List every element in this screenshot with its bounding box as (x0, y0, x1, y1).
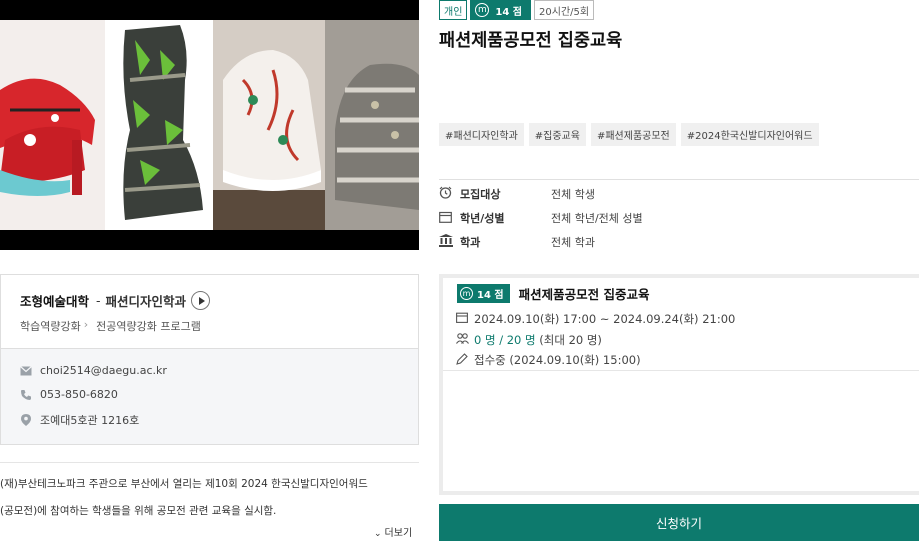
pen-icon (456, 352, 470, 368)
location-text: 조예대5호관 1216호 (40, 414, 140, 427)
play-circle-icon[interactable] (191, 291, 211, 310)
points-value: 14 점 (495, 6, 523, 18)
phone-icon (20, 389, 32, 401)
people-icon (456, 333, 470, 347)
session-points-value: 14 점 (477, 290, 504, 301)
department-line: 조형예술대학 - 패션디자인학과 (20, 291, 211, 310)
session-title: 패션제품공모전 집중교육 (518, 287, 650, 302)
more-label: 더보기 (384, 528, 413, 539)
decorative-boot-image (105, 20, 213, 230)
contact-phone: 053-850-6820 (20, 388, 118, 401)
info-target: 모집대상 전체 학생 (439, 186, 595, 202)
program-description: (재)부산테크노파크 주관으로 부산에서 열리는 제10회 2024 한국신발디… (0, 462, 419, 517)
session-capacity: 0 명 / 20 명 (최대 20 명) (456, 332, 602, 348)
session-capacity-max: (최대 20 명) (539, 333, 602, 347)
tag-item[interactable]: #패션제품공모전 (590, 123, 676, 146)
more-button[interactable]: ⌄ 더보기 (374, 524, 412, 539)
sequin-sneaker-image (325, 20, 419, 230)
map-pin-icon (20, 414, 32, 426)
contact-location: 조예대5호관 1216호 (20, 412, 139, 428)
session-points-badge: m 14 점 (457, 284, 510, 303)
grade-value: 전체 학년/전체 성별 (551, 212, 643, 225)
type-badge: 개인 (439, 0, 468, 20)
email-text: choi2514@daegu.ac.kr (40, 364, 167, 377)
session-card[interactable]: m 14 점 패션제품공모전 집중교육 2024.09.10(화) 17:00 … (439, 274, 919, 495)
session-divider (443, 370, 919, 371)
painted-sneaker-image (213, 20, 325, 230)
shoe-collage (0, 20, 419, 230)
chevron-right-icon: › (83, 318, 89, 331)
department-value: 전체 학과 (551, 236, 595, 249)
info-department: 학과 전체 학과 (439, 234, 595, 250)
department-label: 학과 (460, 236, 481, 249)
phone-text: 053-850-6820 (40, 388, 118, 401)
info-grade: 학년/성별 전체 학년/전체 성별 (439, 210, 643, 226)
calendar-icon (439, 211, 454, 226)
mileage-icon: m (475, 3, 490, 17)
envelope-icon (20, 365, 32, 377)
apply-button[interactable]: 신청하기 (439, 504, 919, 541)
session-status-text: 접수중 (2024.09.10(화) 15:00) (474, 353, 641, 367)
hero-image (0, 0, 419, 250)
session-capacity-current: 0 명 / 20 명 (474, 333, 536, 347)
college-name: 조형예술대학 (20, 294, 90, 309)
contact-email: choi2514@daegu.ac.kr (20, 364, 167, 377)
alarm-clock-icon (439, 186, 454, 202)
grade-label: 학년/성별 (460, 212, 505, 225)
department-name: 패션디자인학과 (105, 294, 187, 309)
program-badges: 개인 m 14 점 20시간/5회 (439, 0, 595, 20)
section-divider (439, 179, 919, 180)
session-status: 접수중 (2024.09.10(화) 15:00) (456, 352, 641, 368)
session-header: m 14 점 패션제품공모전 집중교육 (457, 284, 649, 303)
tag-item[interactable]: #패션디자인학과 (439, 123, 524, 146)
tag-item[interactable]: #집중교육 (528, 123, 586, 146)
breadcrumb-item-capacity[interactable]: 학습역량강화 (20, 318, 81, 334)
session-period: 2024.09.10(화) 17:00 ~ 2024.09.24(화) 21:0… (456, 311, 735, 327)
description-line-2: (공모전)에 참여하는 학생들을 위해 공모전 관련 교육을 실시함. (0, 505, 277, 517)
mileage-icon: m (460, 287, 473, 300)
description-line-1: (재)부산테크노파크 주관으로 부산에서 열리는 제10회 2024 한국신발디… (0, 478, 368, 490)
session-period-text: 2024.09.10(화) 17:00 ~ 2024.09.24(화) 21:0… (474, 312, 736, 326)
hours-badge: 20시간/5회 (534, 0, 595, 20)
page-title: 패션제품공모전 집중교육 (439, 31, 623, 51)
tag-item[interactable]: #2024한국신발디자인어워드 (680, 123, 819, 146)
tag-list: #패션디자인학과 #집중교육 #패션제품공모전 #2024한국신발디자인어워드 (439, 123, 819, 146)
chevron-down-icon: ⌄ (374, 529, 382, 539)
points-badge: m 14 점 (470, 0, 532, 20)
contact-box: choi2514@daegu.ac.kr 053-850-6820 조예대5호관… (0, 348, 419, 445)
building-icon (439, 234, 454, 250)
calendar-icon (456, 312, 470, 326)
breadcrumb: 학습역량강화 › 전공역량강화 프로그램 (20, 318, 201, 334)
department-card: 조형예술대학 - 패션디자인학과 학습역량강화 › 전공역량강화 프로그램 (0, 274, 419, 348)
college-separator: - (96, 293, 101, 308)
red-heel-shoe-image (0, 20, 105, 230)
target-label: 모집대상 (460, 188, 501, 201)
breadcrumb-item-program[interactable]: 전공역량강화 프로그램 (96, 318, 201, 334)
target-value: 전체 학생 (551, 188, 595, 201)
